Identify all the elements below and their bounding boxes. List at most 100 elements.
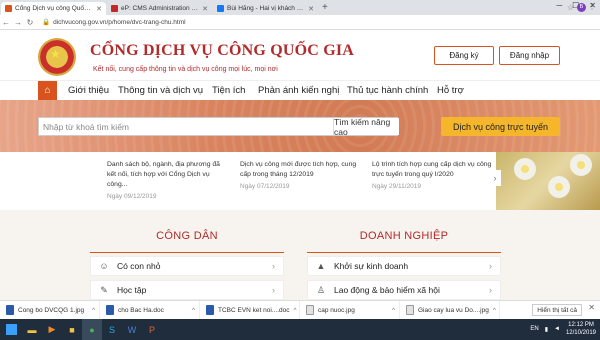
login-button[interactable]: Đăng nhập [499,46,560,65]
online-service-button[interactable]: Dịch vụ công trực tuyến [441,117,560,136]
main-nav: ⌂ Giới thiệu Thông tin và dịch vụ Tiện í… [0,80,600,101]
card-label: Có con nhỏ [117,261,161,271]
clock[interactable]: 12:12 PM 12/10/2019 [566,321,596,337]
news-next-arrow-icon[interactable]: › [489,170,501,186]
clock-time: 12:12 PM [568,322,594,328]
tab-title: eP: CMS Administration : Tạo tin [121,5,199,12]
business-item-khoi-su-kinh-doanh[interactable]: ▲ Khởi sự kinh doanh › [307,256,501,276]
profile-avatar[interactable]: B [577,3,586,12]
chevron-right-icon: › [272,261,275,271]
file-explorer-icon[interactable]: ▬ [22,319,42,340]
folder-icon[interactable]: ■ [62,319,82,340]
chevron-up-icon[interactable]: ^ [493,307,496,314]
show-all-downloads-button[interactable]: Hiển thị tất cả [532,304,582,316]
news-item[interactable]: Lộ trình tích hợp cung cấp dịch vụ công … [372,160,494,190]
card-label: Lao động & bảo hiểm xã hội [334,285,440,295]
start-button[interactable] [0,319,22,340]
word-file-icon [206,305,214,315]
news-title[interactable]: Lộ trình tích hợp cung cấp dịch vụ công … [372,160,494,180]
browser-tab-dvc[interactable]: Cổng Dịch vụ công Quốc gia ✕ [1,2,106,15]
tab-title: Bùi Hằng - Hai vị khách mời đến [227,5,305,12]
news-item[interactable]: Danh sách bộ, ngành, địa phương đã kết n… [107,160,229,200]
section-title-business[interactable]: DOANH NGHIỆP [307,230,501,242]
download-item[interactable]: TCBC EVN ket noi....doc ^ [200,300,300,320]
news-date: Ngày 29/11/2019 [372,183,422,190]
favicon-icon [111,5,118,12]
citizen-item-hoc-tap[interactable]: ✎ Học tập › [90,280,284,300]
tab-title: Cổng Dịch vụ công Quốc gia [15,5,94,12]
chrome-icon[interactable]: ● [82,319,102,340]
chevron-up-icon[interactable]: ^ [392,307,395,314]
minimize-icon[interactable]: ─ [556,1,562,10]
url-text: dichvucong.gov.vn/p/home/dvc-trang-chu.h… [53,18,186,26]
news-title[interactable]: Dịch vụ công mới được tích hợp, cung cấp… [240,160,362,180]
section-divider [90,252,284,253]
new-tab-button[interactable]: + [322,2,328,15]
lock-icon: 🔒 [42,19,51,26]
image-file-icon [306,305,314,315]
news-date: Ngày 07/12/2019 [240,183,290,190]
download-name: cap nuoc.jpg [318,306,355,314]
nav-item-phan-anh-kien-nghi[interactable]: Phản ánh kiến nghị [258,81,339,101]
nav-item-gioi-thieu[interactable]: Giới thiệu [68,81,109,101]
close-icon[interactable]: ✕ [308,5,314,13]
business-item-lao-dong-bhxh[interactable]: ♙ Lao động & bảo hiểm xã hội › [307,280,501,300]
search-input[interactable] [43,121,283,133]
national-emblem-icon[interactable] [38,38,76,76]
download-item[interactable]: cho Bac Ha.doc ^ [100,300,200,320]
word-icon[interactable]: W [122,319,142,340]
advanced-search-button[interactable]: Tìm kiếm nâng cao [333,117,399,137]
chevron-up-icon[interactable]: ^ [92,307,95,314]
news-date: Ngày 09/12/2019 [107,193,157,200]
worker-icon: ♙ [316,284,326,295]
search-box: Tìm kiếm nâng cao [38,117,399,137]
nav-item-ho-tro[interactable]: Hỗ trợ [437,81,464,101]
browser-tab-cms[interactable]: eP: CMS Administration : Tạo tin ✕ [107,2,212,15]
close-icon[interactable]: ✕ [202,5,208,13]
url-field[interactable]: 🔒 dichvucong.gov.vn/p/home/dvc-trang-chu… [42,18,186,27]
favicon-icon [5,5,12,12]
chevron-up-icon[interactable]: ^ [192,307,195,314]
browser-menu-icon[interactable]: ⋮ [588,2,596,11]
citizen-item-co-con-nho[interactable]: ☺ Có con nhỏ › [90,256,284,276]
volume-icon[interactable]: ◄ [554,326,560,332]
nav-item-tien-ich[interactable]: Tiện ích [212,81,245,101]
download-name: Cong bo DVCQG 1.jpg [18,306,85,314]
nav-item-thu-tuc-hanh-chinh[interactable]: Thủ tục hành chính [347,81,428,101]
download-shelf: Cong bo DVCQG 1.jpg ^ cho Bac Ha.doc ^ T… [0,300,600,320]
register-button[interactable]: Đăng ký [434,46,494,65]
download-item[interactable]: Giao cay lua vu Do....jpg ^ [400,300,500,320]
close-icon[interactable]: ✕ [96,5,102,13]
chevron-up-icon[interactable]: ^ [294,307,297,314]
forward-icon[interactable]: → [12,18,24,27]
news-item[interactable]: Dịch vụ công mới được tích hợp, cung cấp… [240,160,362,190]
language-indicator[interactable]: EN [530,326,538,332]
nav-item-thong-tin-dich-vu[interactable]: Thông tin và dịch vụ [118,81,203,101]
lotus-flower-icon [570,154,592,176]
bookmark-star-icon[interactable]: ☆ [567,3,574,12]
download-item[interactable]: Cong bo DVCQG 1.jpg ^ [0,300,100,320]
card-label: Học tập [117,285,147,295]
reload-icon[interactable]: ↻ [24,18,36,27]
download-item[interactable]: cap nuoc.jpg ^ [300,300,400,320]
download-name: TCBC EVN ket noi....doc [218,306,290,314]
image-file-icon [406,305,414,315]
lotus-flower-icon [548,176,570,198]
skype-icon[interactable]: S [102,319,122,340]
address-bar: ← → ↻ 🔒 dichvucong.gov.vn/p/home/dvc-tra… [0,15,600,30]
download-name: Giao cay lua vu Do....jpg [418,306,489,314]
site-title[interactable]: CỔNG DỊCH VỤ CÔNG QUỐC GIA [90,42,354,60]
word-file-icon [106,305,114,315]
close-icon[interactable]: ✕ [588,303,595,312]
network-icon[interactable]: ▮ [545,326,548,333]
back-icon[interactable]: ← [0,18,12,27]
section-title-citizen[interactable]: CÔNG DÂN [90,230,284,242]
family-icon: ☺ [99,261,109,271]
lotus-flower-icon [514,158,536,180]
news-title[interactable]: Danh sách bộ, ngành, địa phương đã kết n… [107,160,229,190]
media-player-icon[interactable]: ▶ [42,319,62,340]
home-icon[interactable]: ⌂ [38,81,57,101]
download-name: cho Bac Ha.doc [118,306,164,314]
powerpoint-icon[interactable]: P [142,319,162,340]
browser-tab-facebook[interactable]: Bùi Hằng - Hai vị khách mời đến ✕ [213,2,318,15]
